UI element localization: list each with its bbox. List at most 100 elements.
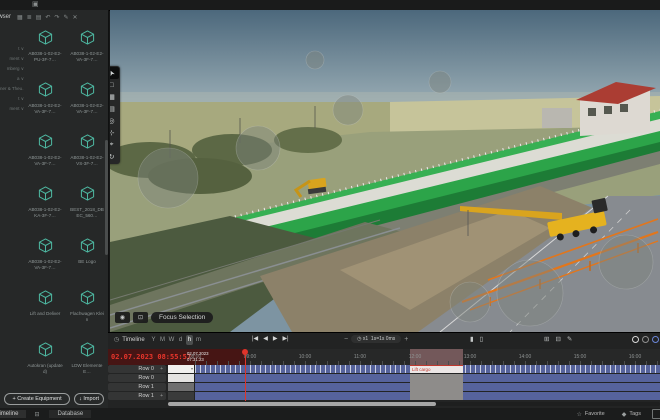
tree-item[interactable]: a ∨	[0, 74, 24, 84]
tree-item[interactable]: ner & Theu…	[0, 84, 24, 94]
equipment-item[interactable]: AB038-1-02-E2-VA-3F-7…	[24, 130, 66, 182]
equipment-item[interactable]: Autokran (updated)	[24, 338, 66, 390]
value-cell[interactable]	[168, 374, 194, 382]
unit-week-button[interactable]: W	[168, 335, 175, 345]
viewport-3d-scene[interactable]	[110, 10, 660, 332]
status-circle-dark[interactable]	[642, 336, 649, 343]
pan-tool[interactable]: ⊹	[110, 127, 119, 139]
skip-end-button[interactable]: ▶|	[282, 335, 288, 342]
equipment-label: BEST_2018_DBEC_560…	[66, 206, 108, 218]
sidebar-scrollbar[interactable]	[105, 140, 108, 255]
equipment-item[interactable]: Lift and Deliver	[24, 286, 66, 338]
cube-icon	[80, 290, 95, 305]
redo-icon[interactable]: ↷	[54, 14, 59, 21]
delete-icon[interactable]: ✕	[72, 14, 77, 21]
edit-icon[interactable]: ✎	[567, 335, 572, 343]
current-time-readout: 02.07.2023 08:55:57	[111, 353, 191, 361]
orbit-tool[interactable]: ◎	[110, 115, 119, 127]
equipment-item[interactable]: AB038-1-02-E2-PU-3F-7…	[24, 26, 66, 78]
copy-icon[interactable]: ▤	[36, 14, 42, 21]
equipment-item[interactable]: BEST_2018_DBEC_560…	[66, 182, 108, 234]
tree-item[interactable]: ment ∨	[0, 54, 24, 64]
equipment-item[interactable]: LDW Elemente E…	[66, 338, 108, 390]
cursor-icon: ➤	[110, 69, 116, 78]
plugin-icon[interactable]: ⊟	[34, 411, 39, 418]
gantt-bars[interactable]: Lift cargo	[195, 365, 660, 400]
add-row-icon[interactable]: +	[160, 365, 163, 373]
row-label[interactable]: Row 0+	[108, 365, 166, 373]
equipment-item[interactable]: AB038-1-02-E2-VA-3F-7…	[24, 78, 66, 130]
flask-icon[interactable]: ▯	[480, 335, 484, 343]
tree-item[interactable]: mberg ∨	[0, 64, 24, 74]
favorite-button[interactable]: ☆Favorite	[570, 411, 610, 418]
tree-item[interactable]: t ∨	[0, 44, 24, 54]
play-button[interactable]: ▶	[273, 335, 278, 342]
clock-icon: ◷	[114, 337, 119, 343]
unit-hour-button[interactable]: h	[186, 335, 193, 345]
focus-selection-button[interactable]: Focus Selection	[151, 312, 213, 323]
cube-icon	[38, 30, 53, 45]
calendar-range-icon[interactable]: ⊟	[555, 335, 560, 343]
speed-plus-button[interactable]: +	[404, 336, 408, 343]
task-block-header[interactable]: Lift cargo	[410, 365, 463, 373]
unit-year-button[interactable]: Y	[150, 335, 157, 345]
equipment-item[interactable]: AB038-1-02-E2-VA-3F-7…	[66, 78, 108, 130]
viewport-3d[interactable]: ➤ □ ▦ ▤ ◎ ⊹ ⌖ ↻ ◉ ⊡ Focus Selection	[110, 10, 660, 332]
import-button[interactable]: ↓ Import	[74, 393, 104, 405]
gallery-view-icon[interactable]: ▦	[17, 14, 23, 21]
task-block-body[interactable]	[410, 374, 463, 400]
equipment-item[interactable]: AB038-1-02-E2-VA-3F-7…	[66, 26, 108, 78]
grid-view-tool[interactable]: ▦	[110, 91, 119, 103]
layers-view-tool[interactable]: ▤	[110, 103, 119, 115]
tab-database[interactable]: Database	[49, 410, 91, 418]
model-tree: t ∨ ment ∨ mberg ∨ a ∨ ner & Theu… t ∨ m…	[0, 44, 24, 114]
value-cell[interactable]: ▾	[168, 365, 194, 373]
marker-icon[interactable]: ▮	[470, 335, 474, 343]
row-label[interactable]: Row 1	[108, 383, 166, 391]
tab-timeline[interactable]: Timeline	[0, 410, 26, 418]
tag-icon: ◆	[622, 411, 627, 418]
equipment-item[interactable]: AB038-1-02-E2-VA-3F-7…	[24, 234, 66, 286]
calendar-icon[interactable]: ⊞	[544, 335, 549, 343]
timeline-ruler[interactable]: 02.07.2023 08:55:57 02.07.202307:31:23 0…	[108, 349, 660, 366]
unit-month-button[interactable]: M	[159, 335, 166, 345]
unit-day-button[interactable]: d	[177, 335, 184, 345]
row-label[interactable]: Row 1+	[108, 392, 166, 400]
status-circle-gray[interactable]	[632, 336, 639, 343]
scrollbar-thumb[interactable]	[168, 402, 436, 406]
rotate-tool[interactable]: ↻	[110, 151, 119, 163]
equipment-item[interactable]: AB038-1-02-E2-KA-3F-7…	[24, 182, 66, 234]
undo-icon[interactable]: ↶	[45, 14, 50, 21]
skip-start-button[interactable]: |◀	[252, 335, 258, 342]
visibility-button[interactable]: ◉	[115, 312, 130, 323]
timeline-marker-tools: ▮ ▯	[470, 335, 483, 343]
add-row-icon[interactable]: +	[160, 392, 163, 400]
row-label[interactable]: Row 0	[108, 374, 166, 382]
visibility-icon: ◉	[120, 314, 125, 321]
tree-item[interactable]: ment ∨	[0, 104, 24, 114]
speed-minus-button[interactable]: −	[344, 336, 348, 343]
tree-item[interactable]: t ∨	[0, 94, 24, 104]
list-view-icon[interactable]: ≣	[27, 14, 32, 21]
select-cursor-tool[interactable]: ➤	[110, 67, 119, 79]
step-back-button[interactable]: ◀	[263, 335, 268, 342]
focus-button[interactable]: ⊡	[133, 312, 148, 323]
equipment-item[interactable]: AB038-1-02-E2-VS-3F-7…	[66, 130, 108, 182]
create-equipment-button[interactable]: + Create Equipment	[4, 393, 70, 405]
timeline-hscrollbar[interactable]	[168, 402, 660, 406]
equipment-item[interactable]: Flachwagen Klein	[66, 286, 108, 338]
marquee-icon: □	[110, 82, 114, 89]
value-cell[interactable]	[168, 383, 194, 391]
window-icon[interactable]: ▣	[32, 0, 39, 8]
speed-value[interactable]: ◷ x1 1s=1s 0ms	[351, 335, 401, 343]
marquee-select-tool[interactable]: □	[110, 79, 119, 91]
tags-button[interactable]: ◆Tags	[616, 411, 647, 418]
status-circle-blue[interactable]	[652, 336, 659, 343]
clipped-toolbar-icon[interactable]	[652, 409, 660, 419]
focus-target-tool[interactable]: ⌖	[110, 139, 119, 151]
edit-icon[interactable]: ✎	[63, 14, 68, 21]
equipment-label: AB038-1-02-E2-VA-3F-7…	[66, 50, 108, 62]
unit-minute-button[interactable]: m	[195, 335, 202, 345]
equipment-item[interactable]: BE Logo	[66, 234, 108, 286]
value-cell[interactable]	[168, 392, 194, 400]
